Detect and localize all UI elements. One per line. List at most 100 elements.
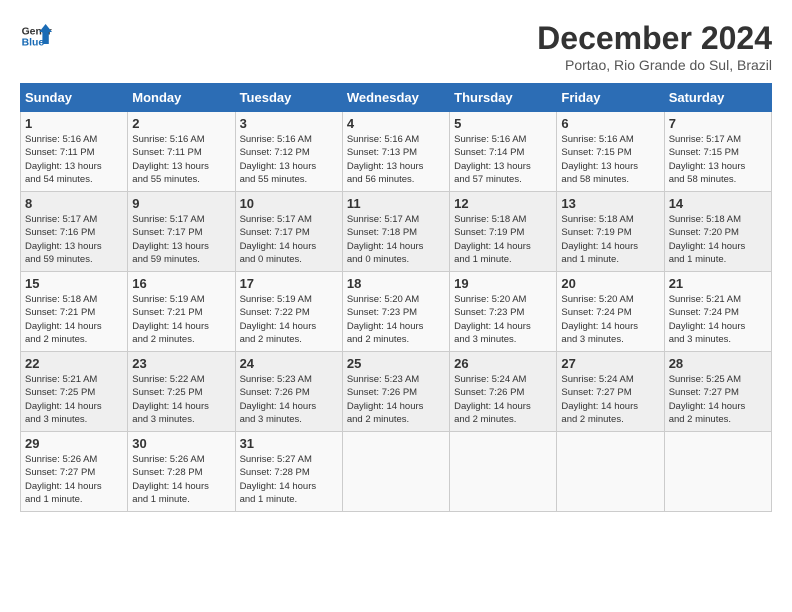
- day-number: 13: [561, 196, 659, 211]
- calendar-cell: 3Sunrise: 5:16 AM Sunset: 7:12 PM Daylig…: [235, 112, 342, 192]
- calendar-cell: 29 Sunrise: 5:26 AM Sunset: 7:27 PM Dayli…: [21, 432, 128, 512]
- day-info: Sunrise: 5:20 AM Sunset: 7:24 PM Dayligh…: [561, 293, 659, 346]
- calendar-cell: 19 Sunrise: 5:20 AM Sunset: 7:23 PM Dayli…: [450, 272, 557, 352]
- day-info: Sunrise: 5:16 AM Sunset: 7:14 PM Dayligh…: [454, 133, 552, 186]
- day-info: Sunrise: 5:16 AM Sunset: 7:13 PM Dayligh…: [347, 133, 445, 186]
- calendar-cell: 6 Sunrise: 5:16 AM Sunset: 7:15 PM Daylig…: [557, 112, 664, 192]
- day-info: Sunrise: 5:18 AM Sunset: 7:19 PM Dayligh…: [561, 213, 659, 266]
- weekday-header-row: SundayMondayTuesdayWednesdayThursdayFrid…: [21, 84, 772, 112]
- day-number: 2: [132, 116, 230, 131]
- day-info: Sunrise: 5:17 AM Sunset: 7:17 PM Dayligh…: [240, 213, 338, 266]
- day-number: 3: [240, 116, 338, 131]
- calendar-cell: 15 Sunrise: 5:18 AM Sunset: 7:21 PM Dayli…: [21, 272, 128, 352]
- day-info: Sunrise: 5:21 AM Sunset: 7:24 PM Dayligh…: [669, 293, 767, 346]
- calendar-cell: 30 Sunrise: 5:26 AM Sunset: 7:28 PM Dayli…: [128, 432, 235, 512]
- day-info: Sunrise: 5:24 AM Sunset: 7:27 PM Dayligh…: [561, 373, 659, 426]
- page-header: General Blue December 2024 Portao, Rio G…: [20, 20, 772, 73]
- calendar-cell: 7 Sunrise: 5:17 AM Sunset: 7:15 PM Daylig…: [664, 112, 771, 192]
- calendar-week-2: 8 Sunrise: 5:17 AM Sunset: 7:16 PM Daylig…: [21, 192, 772, 272]
- calendar-header: SundayMondayTuesdayWednesdayThursdayFrid…: [21, 84, 772, 112]
- calendar-table: SundayMondayTuesdayWednesdayThursdayFrid…: [20, 83, 772, 512]
- calendar-cell: 16Sunrise: 5:19 AM Sunset: 7:21 PM Dayli…: [128, 272, 235, 352]
- calendar-week-4: 22 Sunrise: 5:21 AM Sunset: 7:25 PM Dayli…: [21, 352, 772, 432]
- day-info: Sunrise: 5:16 AM Sunset: 7:11 PM Dayligh…: [25, 133, 123, 186]
- calendar-cell: 26Sunrise: 5:24 AM Sunset: 7:26 PM Dayli…: [450, 352, 557, 432]
- calendar-cell: 4Sunrise: 5:16 AM Sunset: 7:13 PM Daylig…: [342, 112, 449, 192]
- calendar-cell: 28 Sunrise: 5:25 AM Sunset: 7:27 PM Dayli…: [664, 352, 771, 432]
- day-info: Sunrise: 5:19 AM Sunset: 7:22 PM Dayligh…: [240, 293, 338, 346]
- logo-icon: General Blue: [20, 20, 52, 52]
- logo: General Blue: [20, 20, 52, 52]
- day-number: 19: [454, 276, 552, 291]
- calendar-cell: 13 Sunrise: 5:18 AM Sunset: 7:19 PM Dayli…: [557, 192, 664, 272]
- calendar-cell: [664, 432, 771, 512]
- day-number: 29: [25, 436, 123, 451]
- day-number: 17: [240, 276, 338, 291]
- day-number: 7: [669, 116, 767, 131]
- calendar-cell: 12 Sunrise: 5:18 AM Sunset: 7:19 PM Dayli…: [450, 192, 557, 272]
- calendar-cell: 23 Sunrise: 5:22 AM Sunset: 7:25 PM Dayli…: [128, 352, 235, 432]
- day-number: 11: [347, 196, 445, 211]
- day-number: 10: [240, 196, 338, 211]
- calendar-cell: 21 Sunrise: 5:21 AM Sunset: 7:24 PM Dayli…: [664, 272, 771, 352]
- calendar-body: 1 Sunrise: 5:16 AM Sunset: 7:11 PM Daylig…: [21, 112, 772, 512]
- day-info: Sunrise: 5:18 AM Sunset: 7:19 PM Dayligh…: [454, 213, 552, 266]
- calendar-cell: 20 Sunrise: 5:20 AM Sunset: 7:24 PM Dayli…: [557, 272, 664, 352]
- day-info: Sunrise: 5:20 AM Sunset: 7:23 PM Dayligh…: [347, 293, 445, 346]
- day-number: 20: [561, 276, 659, 291]
- day-number: 27: [561, 356, 659, 371]
- weekday-header-tuesday: Tuesday: [235, 84, 342, 112]
- calendar-cell: 2Sunrise: 5:16 AM Sunset: 7:11 PM Daylig…: [128, 112, 235, 192]
- day-info: Sunrise: 5:16 AM Sunset: 7:15 PM Dayligh…: [561, 133, 659, 186]
- calendar-week-3: 15 Sunrise: 5:18 AM Sunset: 7:21 PM Dayli…: [21, 272, 772, 352]
- day-info: Sunrise: 5:22 AM Sunset: 7:25 PM Dayligh…: [132, 373, 230, 426]
- day-number: 21: [669, 276, 767, 291]
- calendar-cell: 8 Sunrise: 5:17 AM Sunset: 7:16 PM Daylig…: [21, 192, 128, 272]
- day-number: 6: [561, 116, 659, 131]
- day-number: 15: [25, 276, 123, 291]
- calendar-cell: 31Sunrise: 5:27 AM Sunset: 7:28 PM Dayli…: [235, 432, 342, 512]
- day-info: Sunrise: 5:18 AM Sunset: 7:20 PM Dayligh…: [669, 213, 767, 266]
- day-info: Sunrise: 5:25 AM Sunset: 7:27 PM Dayligh…: [669, 373, 767, 426]
- day-number: 9: [132, 196, 230, 211]
- weekday-header-saturday: Saturday: [664, 84, 771, 112]
- location-subtitle: Portao, Rio Grande do Sul, Brazil: [537, 57, 772, 73]
- calendar-cell: 17 Sunrise: 5:19 AM Sunset: 7:22 PM Dayli…: [235, 272, 342, 352]
- day-info: Sunrise: 5:26 AM Sunset: 7:28 PM Dayligh…: [132, 453, 230, 506]
- calendar-cell: 9Sunrise: 5:17 AM Sunset: 7:17 PM Daylig…: [128, 192, 235, 272]
- day-number: 28: [669, 356, 767, 371]
- day-info: Sunrise: 5:21 AM Sunset: 7:25 PM Dayligh…: [25, 373, 123, 426]
- day-number: 26: [454, 356, 552, 371]
- day-info: Sunrise: 5:23 AM Sunset: 7:26 PM Dayligh…: [240, 373, 338, 426]
- calendar-week-1: 1 Sunrise: 5:16 AM Sunset: 7:11 PM Daylig…: [21, 112, 772, 192]
- calendar-cell: 18 Sunrise: 5:20 AM Sunset: 7:23 PM Dayli…: [342, 272, 449, 352]
- calendar-cell: 5 Sunrise: 5:16 AM Sunset: 7:14 PM Daylig…: [450, 112, 557, 192]
- day-number: 8: [25, 196, 123, 211]
- day-number: 1: [25, 116, 123, 131]
- day-info: Sunrise: 5:17 AM Sunset: 7:18 PM Dayligh…: [347, 213, 445, 266]
- day-number: 5: [454, 116, 552, 131]
- month-title: December 2024: [537, 20, 772, 57]
- day-info: Sunrise: 5:18 AM Sunset: 7:21 PM Dayligh…: [25, 293, 123, 346]
- day-info: Sunrise: 5:17 AM Sunset: 7:16 PM Dayligh…: [25, 213, 123, 266]
- day-number: 31: [240, 436, 338, 451]
- calendar-cell: [450, 432, 557, 512]
- calendar-cell: 11 Sunrise: 5:17 AM Sunset: 7:18 PM Dayli…: [342, 192, 449, 272]
- day-number: 30: [132, 436, 230, 451]
- day-number: 18: [347, 276, 445, 291]
- calendar-cell: 14 Sunrise: 5:18 AM Sunset: 7:20 PM Dayli…: [664, 192, 771, 272]
- calendar-cell: 24Sunrise: 5:23 AM Sunset: 7:26 PM Dayli…: [235, 352, 342, 432]
- calendar-cell: 27 Sunrise: 5:24 AM Sunset: 7:27 PM Dayli…: [557, 352, 664, 432]
- day-number: 12: [454, 196, 552, 211]
- weekday-header-thursday: Thursday: [450, 84, 557, 112]
- day-number: 16: [132, 276, 230, 291]
- day-info: Sunrise: 5:17 AM Sunset: 7:15 PM Dayligh…: [669, 133, 767, 186]
- calendar-cell: 10 Sunrise: 5:17 AM Sunset: 7:17 PM Dayli…: [235, 192, 342, 272]
- day-number: 14: [669, 196, 767, 211]
- day-number: 22: [25, 356, 123, 371]
- day-info: Sunrise: 5:23 AM Sunset: 7:26 PM Dayligh…: [347, 373, 445, 426]
- day-number: 23: [132, 356, 230, 371]
- day-info: Sunrise: 5:20 AM Sunset: 7:23 PM Dayligh…: [454, 293, 552, 346]
- day-info: Sunrise: 5:26 AM Sunset: 7:27 PM Dayligh…: [25, 453, 123, 506]
- calendar-week-5: 29 Sunrise: 5:26 AM Sunset: 7:27 PM Dayli…: [21, 432, 772, 512]
